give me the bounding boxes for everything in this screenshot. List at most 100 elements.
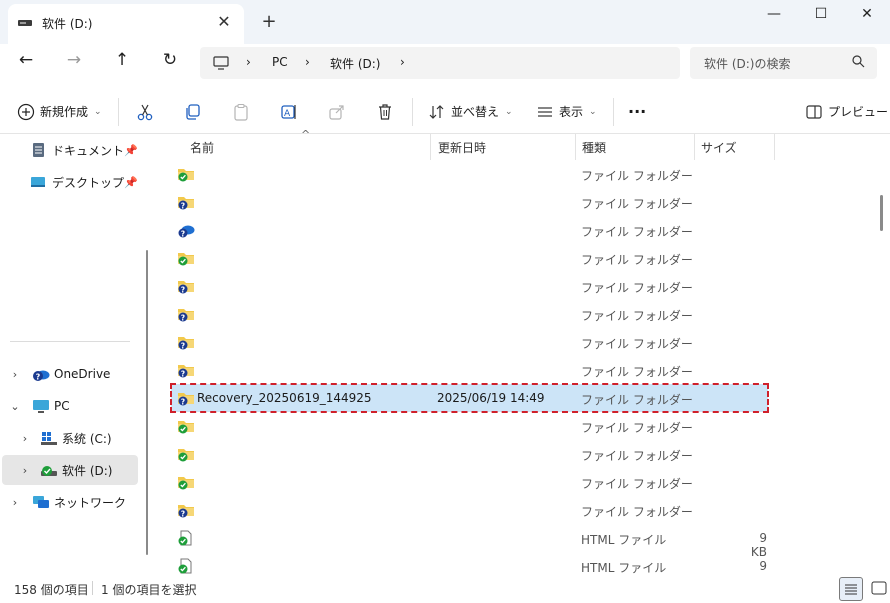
table-row[interactable]: ファイル フォルダー — [171, 160, 771, 188]
file-type: ファイル フォルダー — [581, 225, 693, 239]
sidebar-item-documents[interactable]: ドキュメント 📌 — [30, 135, 140, 165]
preview-button-label: プレビュー — [828, 105, 889, 119]
column-size-header[interactable]: サイズ — [701, 139, 737, 156]
up-button[interactable]: ↑ — [106, 45, 138, 77]
table-row[interactable]: ファイル フォルダー — [171, 468, 771, 496]
new-tab-button[interactable]: + — [258, 12, 280, 34]
plus-circle-icon — [12, 98, 40, 126]
table-row[interactable]: ? ファイル フォルダー — [171, 328, 771, 356]
sort-button[interactable]: 並べ替え ⌄ — [423, 90, 513, 133]
table-row[interactable]: ? ファイル フォルダー — [171, 496, 771, 524]
html-file-synced-icon — [177, 558, 195, 574]
pin-icon: 📌 — [124, 175, 138, 189]
table-row[interactable]: ? ファイル フォルダー — [171, 188, 771, 216]
toolbar-divider — [412, 98, 413, 126]
table-row[interactable]: ? ファイル フォルダー — [171, 356, 771, 384]
sidebar-scrollbar[interactable] — [146, 250, 148, 555]
table-row-selected[interactable]: ? Recovery_20250619_144925 2025/06/19 14:4… — [170, 383, 769, 413]
chevron-down-icon: ⌄ — [505, 106, 513, 117]
tiles-view-button[interactable] — [868, 577, 890, 599]
delete-button[interactable] — [371, 90, 399, 133]
maximize-button[interactable]: ☐ — [798, 0, 844, 30]
column-date-header[interactable]: 更新日時 — [438, 139, 486, 156]
folder-synced-icon — [177, 250, 195, 266]
table-row[interactable]: HTML ファイル9 KB — [171, 524, 771, 559]
file-list-scrollbar[interactable] — [880, 195, 883, 231]
chevron-right-icon: › — [12, 495, 18, 509]
scissors-icon — [131, 98, 159, 126]
chevron-down-icon: ⌄ — [94, 106, 102, 117]
close-window-button[interactable]: ✕ — [844, 0, 890, 30]
title-bar: 软件 (D:) ✕ + — ☐ ✕ — [0, 0, 890, 44]
tab-close-button[interactable]: ✕ — [214, 12, 234, 32]
more-options-button[interactable]: ··· — [628, 90, 646, 133]
file-type: ファイル フォルダー — [581, 197, 693, 211]
navigation-bar: ← → ↑ ↻ › PC › 软件 (D:) › 软件 (D:)の検索 — [0, 44, 890, 90]
breadcrumb-drive-d[interactable]: 软件 (D:) — [330, 55, 380, 72]
breadcrumb-pc[interactable]: PC — [272, 55, 288, 69]
breadcrumb-expand-chevron-icon[interactable]: › — [400, 55, 405, 69]
sidebar-item-label: 软件 (D:) — [62, 463, 113, 478]
paste-button[interactable] — [227, 90, 255, 133]
sidebar-item-drive-d[interactable]: › 软件 (D:) — [2, 455, 138, 485]
table-row[interactable]: ? ファイル フォルダー — [171, 300, 771, 328]
forward-button[interactable]: → — [58, 45, 90, 77]
folder-synced-icon — [177, 166, 195, 182]
back-button[interactable]: ← — [10, 45, 42, 77]
refresh-button[interactable]: ↻ — [154, 45, 186, 77]
column-divider[interactable] — [575, 134, 576, 160]
file-type: ファイル フォルダー — [581, 421, 693, 435]
file-type: ファイル フォルダー — [581, 169, 693, 183]
table-row[interactable]: ? ファイル フォルダー — [171, 216, 771, 244]
sidebar-item-label: OneDrive — [54, 367, 111, 381]
minimize-button[interactable]: — — [751, 0, 797, 30]
copy-icon — [179, 98, 207, 126]
new-button[interactable]: 新規作成 ⌄ — [12, 90, 102, 133]
sidebar-item-drive-c[interactable]: › 系统 (C:) — [2, 423, 138, 453]
file-type: ファイル フォルダー — [581, 337, 693, 351]
details-view-button[interactable] — [839, 577, 863, 601]
sidebar-item-onedrive[interactable]: › ? OneDrive — [2, 359, 138, 389]
folder-synced-icon — [177, 446, 195, 462]
drive-icon — [18, 20, 32, 26]
tab-active[interactable]: 软件 (D:) ✕ — [8, 4, 244, 44]
folder-unknown-icon: ? — [177, 194, 195, 210]
copy-button[interactable] — [179, 90, 207, 133]
rename-button[interactable]: A — [275, 90, 303, 133]
share-icon — [323, 98, 351, 126]
svg-text:?: ? — [181, 229, 185, 238]
table-row[interactable]: ファイル フォルダー — [171, 440, 771, 468]
address-bar[interactable]: › PC › 软件 (D:) › — [200, 47, 680, 79]
search-box[interactable]: 软件 (D:)の検索 — [690, 47, 877, 79]
pc-icon — [33, 400, 49, 413]
share-button[interactable] — [323, 90, 351, 133]
rename-icon: A — [275, 98, 303, 126]
column-divider[interactable] — [430, 134, 431, 160]
file-type: ファイル フォルダー — [581, 477, 693, 491]
sidebar-divider — [10, 341, 130, 342]
folder-synced-icon — [177, 474, 195, 490]
svg-text:A: A — [284, 109, 291, 119]
folder-synced-icon — [177, 418, 195, 434]
preview-pane-icon — [800, 98, 828, 126]
folder-unknown-icon: ? — [177, 362, 195, 378]
sidebar-item-pc[interactable]: ⌄ PC — [2, 391, 138, 421]
drive-c-icon — [41, 432, 57, 445]
column-name-header[interactable]: 名前 — [190, 139, 214, 156]
preview-pane-button[interactable]: プレビュー — [800, 90, 888, 133]
column-type-header[interactable]: 種類 — [582, 139, 606, 156]
sidebar-item-network[interactable]: › ネットワーク — [2, 487, 138, 517]
table-row[interactable]: ? ファイル フォルダー — [171, 272, 771, 300]
onedrive-icon: ? — [33, 370, 50, 382]
sort-ascending-icon: ^ — [301, 128, 311, 141]
file-type: ファイル フォルダー — [581, 281, 693, 295]
sidebar-item-desktop[interactable]: デスクトップ 📌 — [30, 167, 140, 197]
view-button[interactable]: 表示 ⌄ — [531, 90, 597, 133]
item-count: 158 個の項目 — [14, 583, 89, 597]
column-divider[interactable] — [694, 134, 695, 160]
folder-unknown-icon: ? — [177, 278, 195, 294]
cut-button[interactable] — [131, 90, 159, 133]
table-row[interactable]: ファイル フォルダー — [171, 244, 771, 272]
column-divider[interactable] — [774, 134, 775, 160]
table-row[interactable]: ファイル フォルダー — [171, 412, 771, 440]
